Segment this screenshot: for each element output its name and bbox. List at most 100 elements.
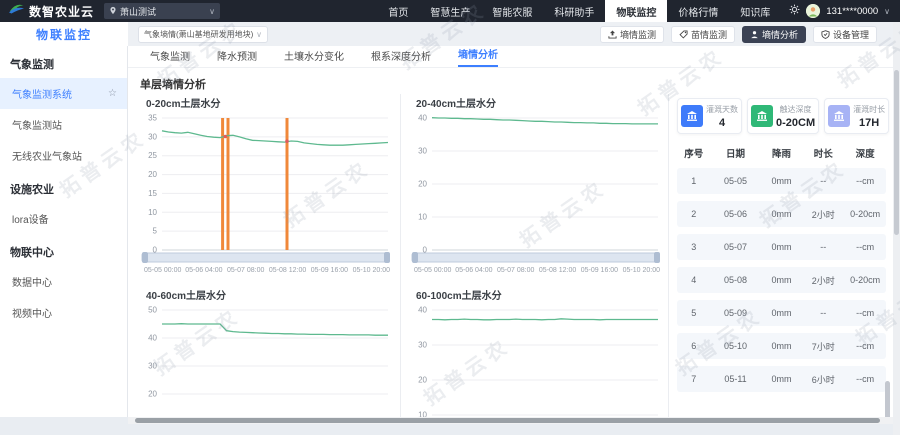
- table-row: 605-100mm7小时--cm: [677, 333, 886, 359]
- sidebar-item-lora设备[interactable]: lora设备: [0, 203, 127, 234]
- table-cell: 5: [677, 308, 710, 318]
- table-cell: 0mm: [761, 275, 803, 285]
- user-phone[interactable]: 131****0000: [826, 6, 878, 17]
- svg-text:20: 20: [418, 180, 427, 189]
- svg-text:05-08 12:00: 05-08 12:00: [269, 267, 306, 274]
- svg-text:40: 40: [148, 334, 157, 343]
- svg-text:05-10 20:00: 05-10 20:00: [353, 267, 390, 274]
- chevron-down-icon[interactable]: ∨: [884, 7, 890, 16]
- vertical-scrollbar-thumb[interactable]: [894, 70, 899, 235]
- tag-icon: [679, 30, 688, 39]
- svg-text:25: 25: [148, 151, 157, 160]
- user-icon: [750, 30, 759, 39]
- tab-土壤水分变化[interactable]: 土壤水分变化: [284, 48, 344, 67]
- gear-icon[interactable]: [789, 2, 800, 20]
- location-select[interactable]: 萧山测试 ∨: [104, 3, 220, 19]
- chart-title: 60-100cm土层水分: [406, 286, 668, 302]
- tab-墒情分析[interactable]: 墒情分析: [458, 46, 498, 67]
- table-scrollbar[interactable]: [885, 381, 890, 417]
- sidebar-item-无线农业气象站[interactable]: 无线农业气象站: [0, 140, 127, 171]
- table-row: 705-110mm6小时--cm: [677, 366, 886, 392]
- svg-text:30: 30: [418, 341, 427, 350]
- charts-area: 0-20cm土层水分0510152025303505-05 00:0005-06…: [134, 94, 670, 417]
- table-cell: 0-20cm: [844, 275, 886, 285]
- chevron-down-icon: ∨: [256, 30, 262, 39]
- horizontal-scrollbar[interactable]: [128, 417, 893, 424]
- tab-降水预测[interactable]: 降水预测: [217, 48, 257, 67]
- nav-item-智慧生产[interactable]: 智慧生产: [419, 0, 481, 22]
- datazoom-slider[interactable]: [412, 253, 658, 262]
- vertical-scrollbar[interactable]: [893, 22, 900, 435]
- station-select-value: 气象墒情(萧山基地研发用地块): [144, 29, 253, 40]
- stat-card-灌溉天数: 灌溉天数4: [677, 98, 742, 134]
- table-header-cell: 深度: [844, 146, 886, 160]
- svg-text:30: 30: [148, 362, 157, 371]
- chart-box-60-100cm: 60-100cm土层水分010203040: [406, 286, 668, 417]
- datazoom-slider[interactable]: [142, 253, 388, 262]
- station-select[interactable]: 气象墒情(萧山基地研发用地块) ∨: [138, 26, 268, 43]
- star-icon[interactable]: ☆: [108, 88, 117, 99]
- horizontal-scrollbar-thumb[interactable]: [135, 418, 880, 423]
- table-cell: 7小时: [802, 340, 844, 353]
- user-avatar[interactable]: [806, 4, 820, 18]
- soil-moisture-chart-2[interactable]: 01020304050: [136, 302, 396, 417]
- table-cell: 6小时: [802, 373, 844, 386]
- table-cell: 2小时: [802, 274, 844, 287]
- datazoom-handle[interactable]: [142, 252, 148, 263]
- stat-meta: 灌溉天数4: [706, 104, 738, 129]
- toolbar-button-墒情监测[interactable]: 墒情监测: [600, 26, 664, 43]
- topnav-right: 131****0000 ∨: [781, 2, 900, 20]
- svg-text:30: 30: [418, 147, 427, 156]
- svg-text:20: 20: [418, 376, 427, 385]
- table-cell: 2小时: [802, 208, 844, 221]
- nav-item-知识库[interactable]: 知识库: [729, 0, 781, 22]
- nav-item-科研助手[interactable]: 科研助手: [543, 0, 605, 22]
- stat-label: 触达深度: [776, 104, 815, 115]
- chart-box-20-40cm: 20-40cm土层水分01020304005-05 00:0005-06 04:…: [406, 94, 668, 284]
- sub-toolbar: 物联监控 气象墒情(萧山基地研发用地块) ∨ 墒情监测苗情监测墒情分析设备管理: [0, 22, 893, 46]
- nav-item-首页[interactable]: 首页: [377, 0, 419, 22]
- table-row: 205-060mm2小时0-20cm: [677, 201, 886, 227]
- soil-moisture-chart-0[interactable]: 0510152025303505-05 00:0005-06 04:0005-0…: [136, 110, 396, 280]
- svg-text:40: 40: [418, 114, 427, 123]
- table-cell: --: [802, 176, 844, 186]
- nav-item-智能农服[interactable]: 智能农服: [481, 0, 543, 22]
- datazoom-handle[interactable]: [654, 252, 660, 263]
- soil-moisture-chart-1[interactable]: 01020304005-05 00:0005-06 04:0005-07 08:…: [406, 110, 666, 280]
- tab-气象监测[interactable]: 气象监测: [150, 48, 190, 67]
- nav-item-价格行情[interactable]: 价格行情: [667, 0, 729, 22]
- soil-moisture-chart-3[interactable]: 010203040: [406, 302, 666, 417]
- table-row: 505-090mm----cm: [677, 300, 886, 326]
- svg-text:05-07 08:00: 05-07 08:00: [497, 267, 534, 274]
- table-cell: 0mm: [761, 176, 803, 186]
- toolbar-button-设备管理[interactable]: 设备管理: [813, 26, 877, 43]
- stat-value: 4: [706, 117, 738, 129]
- table-cell: 0mm: [761, 341, 803, 351]
- stat-cards: 灌溉天数4触达深度0-20CM灌溉时长17H: [677, 98, 886, 134]
- table-cell: --cm: [844, 308, 886, 318]
- nav-item-物联监控[interactable]: 物联监控: [605, 0, 667, 22]
- sidebar-item-气象监测系统[interactable]: 气象监测系统☆: [0, 78, 127, 109]
- table-cell: --: [802, 242, 844, 252]
- stat-icon: [828, 105, 850, 127]
- sidebar-section-title: 设施农业: [0, 171, 127, 203]
- table-header-cell: 时长: [802, 146, 844, 160]
- table-header-cell: 降雨: [761, 146, 803, 160]
- table-cell: 05-06: [710, 209, 760, 219]
- toolbar-button-墒情分析[interactable]: 墒情分析: [742, 26, 806, 43]
- sidebar-item-视频中心[interactable]: 视频中心: [0, 297, 127, 328]
- table-cell: 05-07: [710, 242, 760, 252]
- sidebar-item-气象监测站[interactable]: 气象监测站: [0, 109, 127, 140]
- datazoom-handle[interactable]: [412, 252, 418, 263]
- svg-text:05-08 12:00: 05-08 12:00: [539, 267, 576, 274]
- chart-title: 0-20cm土层水分: [136, 94, 398, 110]
- table-cell: 3: [677, 242, 710, 252]
- sidebar-item-label: 数据中心: [12, 274, 52, 289]
- sidebar-item-数据中心[interactable]: 数据中心: [0, 266, 127, 297]
- datazoom-handle[interactable]: [384, 252, 390, 263]
- toolbar-button-苗情监测[interactable]: 苗情监测: [671, 26, 735, 43]
- tab-根系深度分析[interactable]: 根系深度分析: [371, 48, 431, 67]
- svg-text:05-10 20:00: 05-10 20:00: [623, 267, 660, 274]
- toolbar-button-label: 墒情监测: [620, 28, 656, 41]
- sidebar-section-title: 气象监测: [0, 46, 127, 78]
